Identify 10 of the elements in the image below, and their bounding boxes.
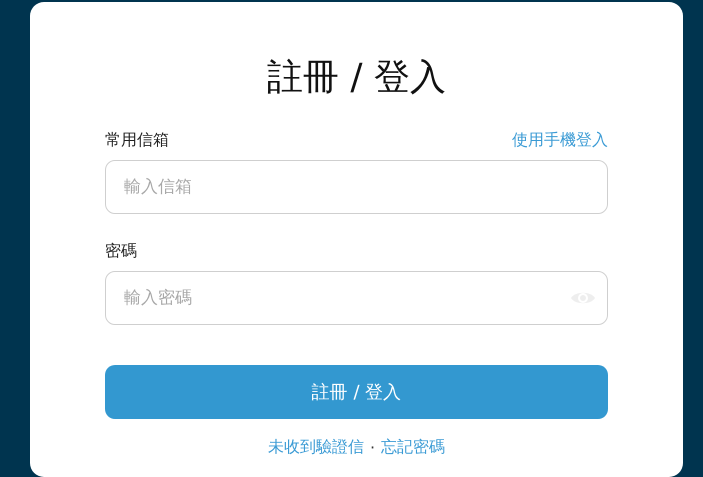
footer-link[interactable]: 未收到驗證信 (268, 437, 364, 458)
field-label: 密碼 (105, 240, 137, 262)
phone-login-link[interactable]: 使用手機登入 (512, 130, 608, 150)
field-label: 常用信箱 (105, 130, 169, 150)
page-title: 註冊 / 登入 (266, 56, 447, 100)
submit-button[interactable]: 註冊 / 登入 (105, 365, 608, 419)
separator-dot: · (370, 438, 376, 457)
footer-link[interactable]: 忘記密碼 (381, 437, 446, 458)
email-field[interactable]: 輸入信箱 (105, 160, 608, 214)
password-field[interactable]: 輸入密碼 (105, 271, 608, 325)
